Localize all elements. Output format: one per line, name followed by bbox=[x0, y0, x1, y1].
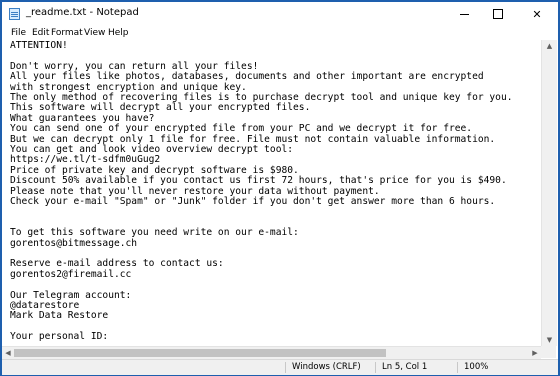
text-line: The only method of recovering files is t… bbox=[10, 92, 513, 103]
notepad-icon bbox=[9, 8, 20, 20]
text-line: Don't worry, you can return all your fil… bbox=[10, 60, 259, 72]
scroll-right-icon[interactable]: ▶ bbox=[529, 347, 541, 359]
line-ending-status: Windows (CRLF) bbox=[292, 362, 361, 372]
menu-format[interactable]: Format bbox=[51, 26, 83, 40]
menu-edit[interactable]: Edit bbox=[32, 26, 49, 40]
text-line: Reserve e-mail address to contact us: bbox=[10, 258, 224, 270]
horizontal-scroll-thumb[interactable] bbox=[14, 349, 386, 357]
text-line: gorentos2@firemail.cc bbox=[10, 268, 132, 280]
menu-file[interactable]: File bbox=[11, 26, 26, 40]
scroll-down-icon[interactable]: ▼ bbox=[542, 334, 557, 346]
maximize-icon bbox=[493, 9, 503, 19]
window-title: _readme.txt - Notepad bbox=[26, 7, 139, 18]
text-line: Please note that you'll never restore yo… bbox=[10, 185, 380, 197]
text-line: Discount 50% available if you contact us… bbox=[10, 175, 507, 187]
vertical-scrollbar[interactable]: ▲ ▼ bbox=[541, 40, 557, 346]
notepad-window: _readme.txt - Notepad ✕ File Edit Format… bbox=[0, 0, 560, 376]
status-divider bbox=[457, 362, 458, 373]
text-line: All your files like photos, databases, d… bbox=[10, 71, 484, 83]
text-line: What guarantees you have? bbox=[10, 112, 155, 124]
scroll-up-icon[interactable]: ▲ bbox=[542, 40, 557, 52]
text-editor[interactable]: ATTENTION! Don't worry, you can return a… bbox=[2, 40, 541, 346]
scroll-left-icon[interactable]: ◀ bbox=[2, 347, 14, 359]
text-line: Check your e-mail "Spam" or "Junk" folde… bbox=[10, 196, 496, 207]
text-line: https://we.tl/t-sdfm0uGug2 bbox=[10, 154, 161, 166]
text-line: @datarestore bbox=[10, 300, 80, 311]
text-line: Price of private key and decrypt softwar… bbox=[10, 164, 299, 176]
text-line: Our Telegram account: bbox=[10, 289, 132, 301]
text-line: But we can decrypt only 1 file for free.… bbox=[10, 133, 496, 145]
maximize-button[interactable] bbox=[482, 2, 514, 26]
menu-bar: File Edit Format View Help bbox=[2, 26, 558, 40]
horizontal-scrollbar[interactable]: ◀ ▶ bbox=[2, 346, 541, 359]
text-line: You can send one of your encrypted file … bbox=[10, 123, 473, 135]
status-bar: Windows (CRLF) Ln 5, Col 1 100% bbox=[2, 359, 558, 375]
text-line: gorentos@bitmessage.ch bbox=[10, 237, 138, 249]
text-line: Mark Data Restore bbox=[10, 310, 109, 322]
scrollbar-corner bbox=[541, 346, 556, 358]
text-line: Your personal ID: bbox=[10, 331, 109, 343]
status-divider bbox=[285, 362, 286, 373]
text-line: This software will decrypt all your encr… bbox=[10, 102, 311, 114]
title-bar[interactable]: _readme.txt - Notepad ✕ bbox=[2, 2, 558, 26]
text-line: You can get and look video overview decr… bbox=[10, 144, 294, 155]
status-divider bbox=[375, 362, 376, 373]
minimize-icon bbox=[459, 13, 469, 15]
text-line: To get this software you need write on o… bbox=[10, 227, 299, 239]
text-line: ATTENTION! bbox=[10, 40, 68, 51]
close-button[interactable]: ✕ bbox=[516, 2, 558, 26]
menu-help[interactable]: Help bbox=[108, 26, 129, 40]
minimize-button[interactable] bbox=[448, 2, 480, 26]
menu-view[interactable]: View bbox=[84, 26, 105, 40]
zoom-status: 100% bbox=[464, 362, 489, 372]
cursor-position-status: Ln 5, Col 1 bbox=[382, 362, 428, 372]
text-line: with strongest encryption and unique key… bbox=[10, 81, 247, 93]
